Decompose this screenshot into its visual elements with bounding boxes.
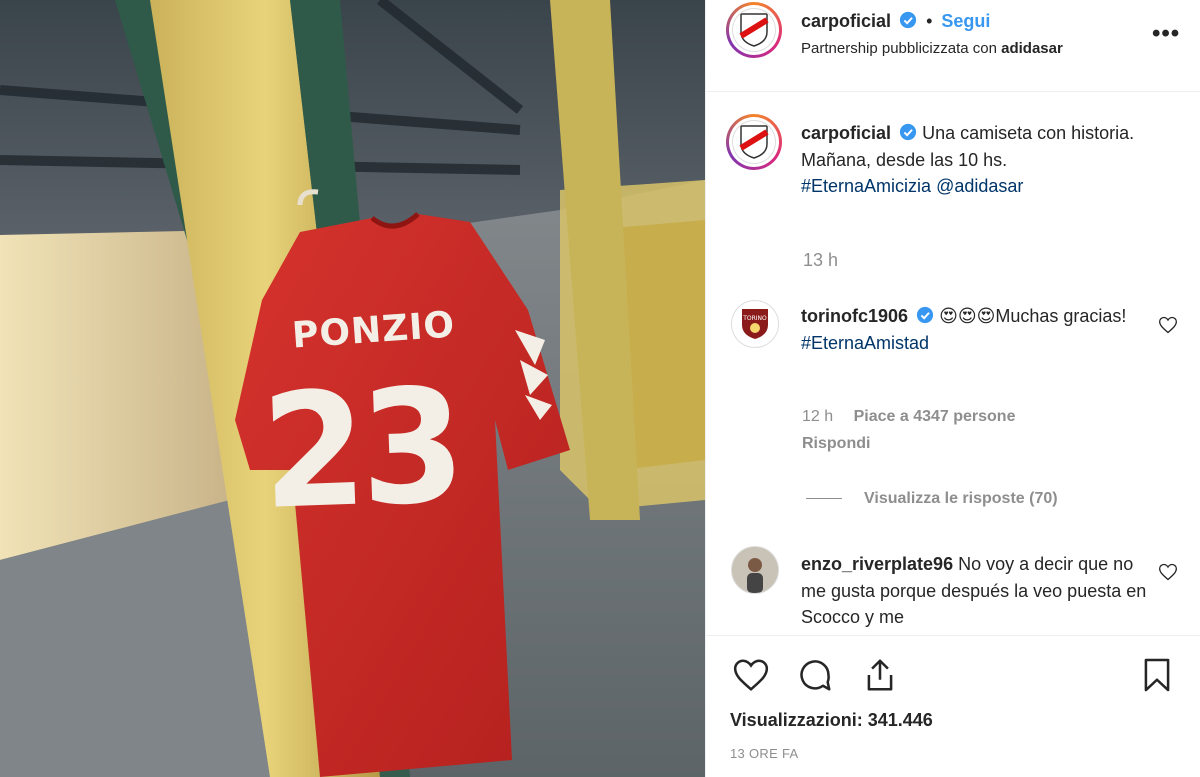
- comment-username[interactable]: enzo_riverplate96: [801, 554, 953, 574]
- torino-crest-icon: TORINO: [731, 300, 779, 348]
- heart-icon[interactable]: [1158, 562, 1178, 582]
- bookmark-icon[interactable]: [1138, 656, 1176, 694]
- torino-avatar[interactable]: TORINO: [731, 300, 779, 348]
- share-icon[interactable]: [861, 656, 899, 694]
- header-user-line: carpoficial • Segui: [801, 11, 990, 32]
- post-actions: Visualizzazioni: 341.446 13 ORE FA: [706, 635, 1200, 777]
- comment-likes[interactable]: Piace a 4347 persone: [854, 408, 1016, 425]
- post-panel: carpoficial • Segui Partnership pubblici…: [705, 0, 1200, 777]
- comment-enzo: enzo_riverplate96 No voy a decir que no …: [801, 551, 1151, 631]
- replies-divider: [806, 498, 842, 500]
- comment-time: 12 h: [802, 408, 834, 425]
- comment-emoji: 😍😍😍: [939, 306, 996, 326]
- comment-text: Muchas gracias!: [995, 306, 1127, 326]
- views-count: Visualizzazioni: 341.446: [730, 710, 933, 730]
- enzo-avatar[interactable]: [731, 546, 779, 594]
- post-media[interactable]: PONZIO 23: [0, 0, 705, 777]
- heart-icon[interactable]: [732, 656, 770, 694]
- partner-link[interactable]: adidasar: [1001, 40, 1063, 57]
- follow-button[interactable]: Segui: [941, 11, 990, 31]
- post-caption: carpoficial Una camiseta con historia. M…: [801, 120, 1171, 200]
- comment-meta: 12 h Piace a 4347 persone: [802, 408, 1015, 426]
- caption-hashtag[interactable]: #EternaAmicizia: [801, 176, 931, 196]
- verified-icon: [916, 306, 934, 324]
- svg-text:TORINO: TORINO: [742, 315, 767, 322]
- user-photo: [731, 546, 779, 594]
- heart-icon[interactable]: [1158, 315, 1178, 335]
- verified-icon: [899, 11, 917, 29]
- river-plate-crest-icon: [732, 8, 776, 52]
- post-date: 13 ORE FA: [730, 746, 799, 761]
- author-username[interactable]: carpoficial: [801, 11, 891, 31]
- river-plate-crest-icon: [732, 120, 776, 164]
- reply-button[interactable]: Rispondi: [802, 435, 870, 453]
- partnership-label: Partnership pubblicizzata con adidasar: [801, 40, 1063, 57]
- caption-author-avatar[interactable]: [726, 114, 782, 170]
- caption-line-1: Una camiseta con historia.: [922, 123, 1135, 143]
- comment-hashtag[interactable]: #EternaAmistad: [801, 333, 929, 353]
- jersey-number: 23: [258, 355, 462, 545]
- comment-torino: torinofc1906 😍😍😍Muchas gracias! #EternaA…: [801, 303, 1151, 356]
- caption-line-2: Mañana, desde las 10 hs.: [801, 149, 1008, 170]
- comment-icon[interactable]: [796, 656, 834, 694]
- view-replies-label: Visualizza le risposte (70): [864, 490, 1058, 507]
- partnership-prefix: Partnership pubblicizzata con: [801, 40, 997, 57]
- verified-icon: [899, 123, 917, 141]
- separator-dot: •: [926, 11, 933, 31]
- post-header: carpoficial • Segui Partnership pubblici…: [706, 0, 1200, 92]
- comment-username[interactable]: torinofc1906: [801, 306, 908, 326]
- caption-username[interactable]: carpoficial: [801, 123, 891, 143]
- caption-time: 13 h: [803, 250, 839, 270]
- view-replies-button[interactable]: Visualizza le risposte (70): [806, 490, 1058, 508]
- caption-mention[interactable]: @adidasar: [936, 176, 1023, 196]
- more-options-button[interactable]: •••: [1152, 20, 1180, 48]
- author-avatar[interactable]: [726, 2, 782, 58]
